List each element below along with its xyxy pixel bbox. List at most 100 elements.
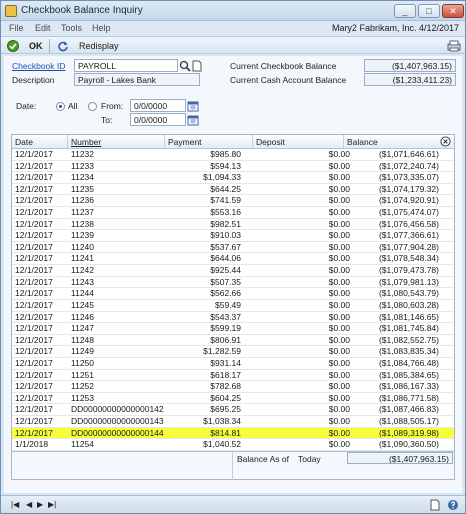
lookup-magnifier-icon[interactable] (179, 60, 191, 72)
column-divider (343, 135, 344, 149)
column-header-number[interactable]: Number (71, 137, 101, 147)
table-row[interactable]: 12/1/2017 11252 $782.68 $0.00 ($1,086,167.33… (12, 381, 454, 393)
table-row[interactable]: 12/1/2017 11237 $553.16 $0.00 ($1,075,474.07… (12, 207, 454, 219)
column-header-payment[interactable]: Payment (168, 137, 202, 147)
next-record-button[interactable]: ▶ (37, 500, 43, 509)
date-from-label: From: (101, 101, 124, 111)
cell-date: 12/1/2017 (15, 299, 53, 310)
column-header-date[interactable]: Date (15, 137, 33, 147)
cell-date: 12/1/2017 (15, 183, 53, 194)
cell-deposit: $0.00 (328, 183, 350, 194)
cell-balance: ($1,074,179.32) (378, 183, 439, 194)
toolbar: OK Redisplay (1, 36, 465, 54)
cell-date: 12/1/2017 (15, 323, 53, 334)
cell-number: 11243 (71, 276, 95, 287)
menu-help[interactable]: Help (92, 23, 111, 33)
cell-balance: ($1,079,473.78) (378, 265, 439, 276)
table-row[interactable]: 12/1/2017 11242 $925.44 $0.00 ($1,079,473.78… (12, 265, 454, 277)
footer-divider (232, 452, 233, 480)
table-row[interactable]: 12/1/2017 11233 $594.13 $0.00 ($1,072,240.74… (12, 161, 454, 173)
note-icon[interactable] (191, 60, 203, 72)
cell-balance: ($1,074,920.91) (378, 195, 439, 206)
cell-deposit: $0.00 (328, 323, 350, 334)
cell-date: 12/1/2017 (15, 334, 53, 345)
current-cash-account-balance-value: ($1,233,411.23) (364, 73, 456, 86)
cell-date: 12/1/2017 (15, 357, 53, 368)
cell-deposit: $0.00 (328, 207, 350, 218)
table-row[interactable]: 12/1/2017 11236 $741.59 $0.00 ($1,074,920.91… (12, 195, 454, 208)
cell-deposit: $0.00 (328, 265, 350, 276)
menu-tools[interactable]: Tools (61, 23, 82, 33)
table-row[interactable]: 12/1/2017 DD00000000000000143 $1,038.34 $0.… (12, 416, 454, 428)
cell-balance: ($1,089,319.98) (378, 427, 439, 438)
table-row[interactable]: 12/1/2017 11235 $644.25 $0.00 ($1,074,179.32… (12, 184, 454, 196)
cell-payment: $814.81 (210, 427, 241, 438)
calendar-from-icon[interactable] (187, 100, 199, 112)
help-icon[interactable] (447, 499, 459, 511)
cell-number: 11249 (71, 346, 95, 357)
cell-number: 11244 (71, 288, 95, 299)
print-icon[interactable] (446, 40, 462, 52)
cell-payment: $537.67 (210, 241, 241, 252)
cell-payment: $604.25 (210, 392, 241, 403)
table-row[interactable]: 12/1/2017 11244 $562.66 $0.00 ($1,080,543.79… (12, 288, 454, 300)
collapse-grid-icon[interactable] (440, 136, 451, 147)
table-row[interactable]: 12/1/2017 11234 $1,094.33 $0.00 ($1,073,335.… (12, 172, 454, 184)
minimize-button[interactable]: _ (394, 4, 416, 18)
cell-date: 12/1/2017 (15, 149, 53, 159)
table-row[interactable]: 12/1/2017 11240 $537.67 $0.00 ($1,077,904.28… (12, 242, 454, 254)
column-header-deposit[interactable]: Deposit (256, 137, 285, 147)
date-to-field[interactable]: 0/0/0000 (130, 113, 186, 126)
cell-number: 11241 (71, 253, 95, 264)
date-all-radio[interactable] (56, 102, 65, 111)
table-row[interactable]: 1/1/2018 11254 $1,040.52 $0.00 ($1,090,360.5… (12, 439, 454, 451)
maximize-button[interactable]: □ (418, 4, 440, 18)
table-row[interactable]: 12/1/2017 11243 $507.35 $0.00 ($1,079,981.13… (12, 277, 454, 289)
redisplay-button[interactable]: Redisplay (79, 41, 119, 51)
close-button[interactable]: ✕ (442, 4, 464, 18)
menu-edit[interactable]: Edit (35, 23, 51, 33)
table-row[interactable]: 12/1/2017 11232 $985.80 $0.00 ($1,071,646.61… (12, 149, 454, 161)
ok-button[interactable]: OK (29, 41, 43, 51)
calendar-to-icon[interactable] (187, 114, 199, 126)
date-from-radio[interactable] (88, 102, 97, 111)
column-divider (67, 135, 68, 149)
table-row[interactable]: 12/1/2017 DD00000000000000144 $814.81 $0.00… (12, 427, 454, 440)
status-bar: |◀ ◀ ▶ ▶| (1, 495, 465, 513)
column-header-balance[interactable]: Balance (347, 137, 378, 147)
cell-number: 11252 (71, 381, 95, 392)
table-row[interactable]: 12/1/2017 11251 $618.17 $0.00 ($1,085,384.65… (12, 370, 454, 382)
note-status-icon[interactable] (429, 499, 441, 511)
cell-date: 12/1/2017 (15, 195, 53, 206)
menu-bar: File Edit Tools Help Mary2 Fabrikam, Inc… (1, 21, 465, 36)
table-row[interactable]: 12/1/2017 DD00000000000000142 $695.25 $0.00… (12, 404, 454, 417)
cell-payment: $910.03 (210, 230, 241, 241)
checkbook-id-field[interactable]: PAYROLL (74, 59, 178, 72)
checkbook-id-link[interactable]: Checkbook ID (12, 61, 65, 71)
cell-deposit: $0.00 (328, 241, 350, 252)
cell-balance: ($1,087,466.83) (378, 404, 439, 415)
cell-number: 11234 (71, 172, 95, 183)
menu-file[interactable]: File (9, 23, 24, 33)
cell-date: 12/1/2017 (15, 346, 53, 357)
cell-number: 11233 (71, 160, 95, 171)
table-row[interactable]: 12/1/2017 11247 $599.19 $0.00 ($1,081,745.84… (12, 323, 454, 335)
table-row[interactable]: 12/1/2017 11246 $543.37 $0.00 ($1,081,146.65… (12, 312, 454, 324)
cell-payment: $1,094.33 (203, 172, 241, 183)
cell-deposit: $0.00 (328, 253, 350, 264)
table-row[interactable]: 12/1/2017 11249 $1,282.59 $0.00 ($1,083,835.… (12, 346, 454, 358)
table-row[interactable]: 12/1/2017 11245 $59.49 $0.00 ($1,080,603.28) (12, 300, 454, 312)
table-row[interactable]: 12/1/2017 11239 $910.03 $0.00 ($1,077,366.61… (12, 230, 454, 242)
table-row[interactable]: 12/1/2017 11248 $806.91 $0.00 ($1,082,552.75… (12, 335, 454, 347)
transactions-grid: Date Number Payment Deposit Balance 12/1… (11, 134, 455, 480)
cell-number: DD00000000000000143 (71, 416, 164, 427)
table-row[interactable]: 12/1/2017 11250 $931.14 $0.00 ($1,084,766.48… (12, 358, 454, 370)
table-row[interactable]: 12/1/2017 11238 $982.51 $0.00 ($1,076,456.58… (12, 219, 454, 231)
first-record-button[interactable]: |◀ (11, 500, 19, 509)
previous-record-button[interactable]: ◀ (26, 500, 32, 509)
table-row[interactable]: 12/1/2017 11241 $644.06 $0.00 ($1,078,548.34… (12, 253, 454, 266)
date-from-field[interactable]: 0/0/0000 (130, 99, 186, 112)
last-record-button[interactable]: ▶| (48, 500, 56, 509)
table-row[interactable]: 12/1/2017 11253 $604.25 $0.00 ($1,086,771.58… (12, 393, 454, 405)
cell-number: 11238 (71, 218, 95, 229)
